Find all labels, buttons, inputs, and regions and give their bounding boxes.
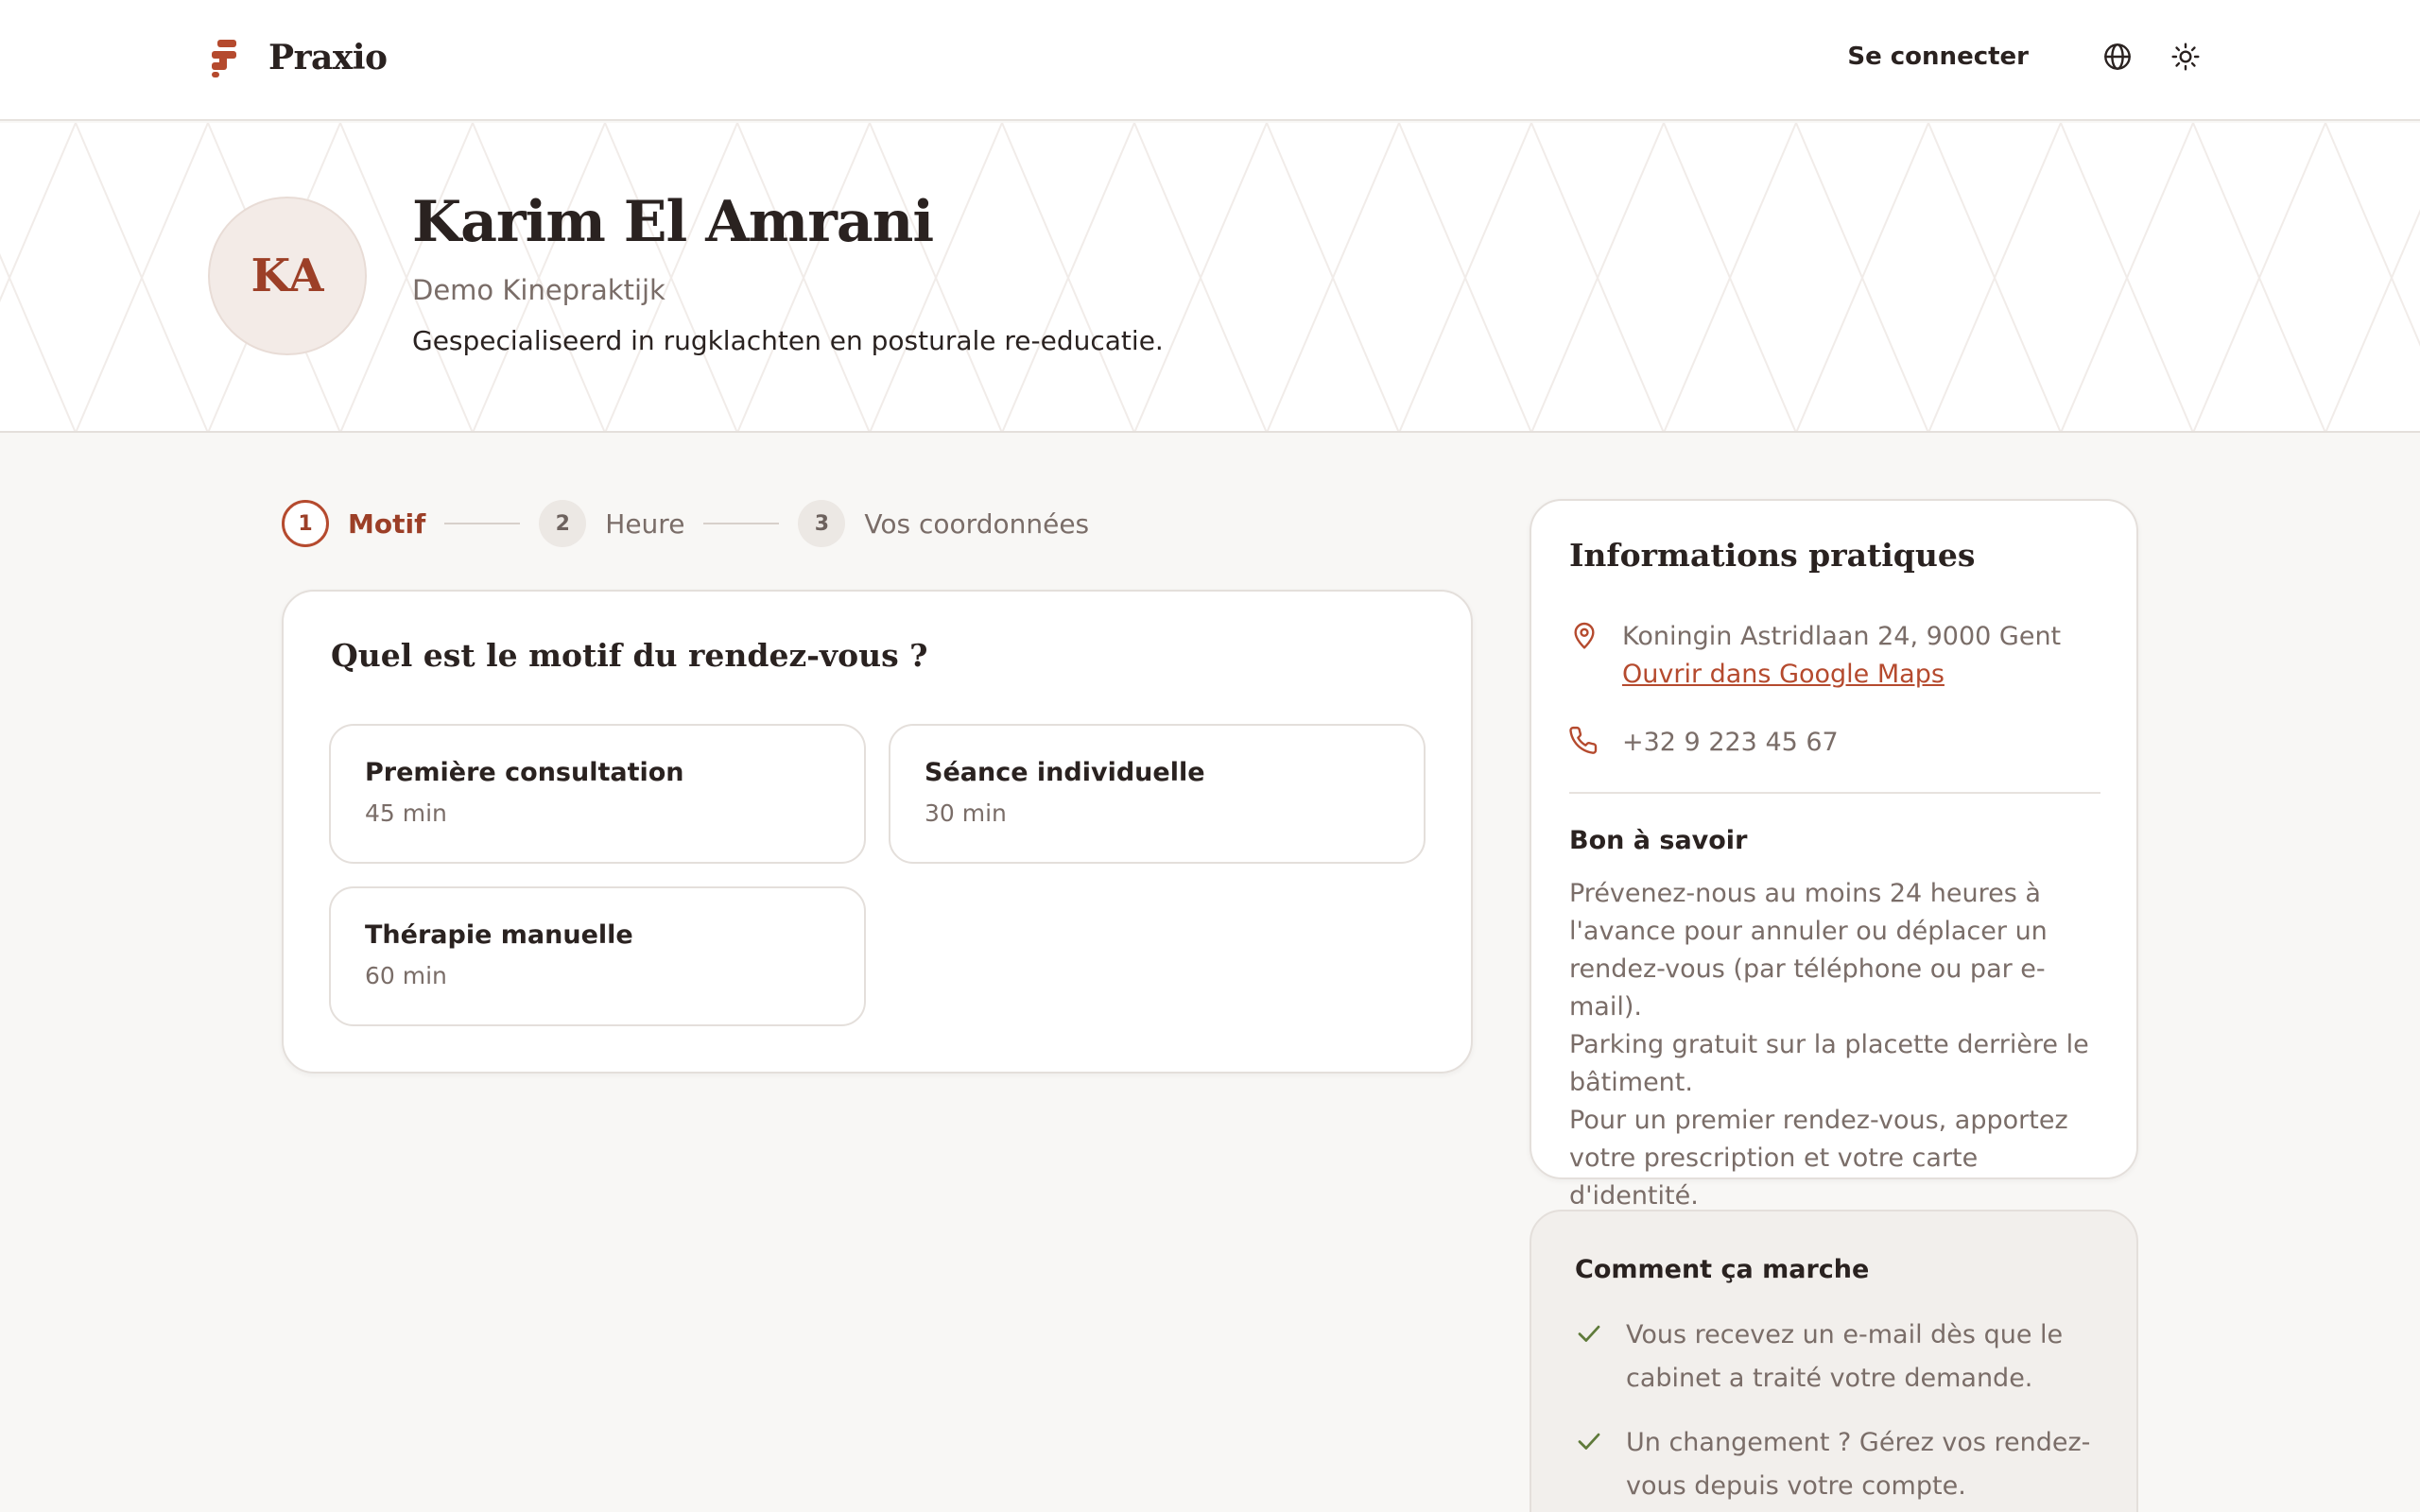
motif-option-seance-individuelle[interactable]: Séance individuelle 30 min	[889, 724, 1426, 864]
phone-link[interactable]: +32 9 223 45 67	[1622, 724, 1839, 762]
brand-name: Praxio	[268, 38, 388, 77]
step-3-label: Vos coordonnées	[864, 507, 1090, 540]
check-icon	[1578, 1433, 1600, 1450]
motif-option-name: Thérapie manuelle	[365, 920, 633, 950]
how-it-works-title: Comment ça marche	[1575, 1255, 1870, 1284]
address-row: Koningin Astridlaan 24, 9000 Gent Ouvrir…	[1569, 618, 2061, 694]
brand-logo-link[interactable]: Praxio	[212, 38, 388, 77]
phone-row: +32 9 223 45 67	[1569, 724, 1839, 762]
how-it-works-item: Vous recevez un e-mail dès que le cabine…	[1575, 1314, 2099, 1400]
motif-option-duration: 30 min	[925, 799, 1007, 827]
top-bar: Praxio Se connecter	[0, 0, 2420, 121]
how-it-works-text: Un changement ? Gérez vos rendez-vous de…	[1626, 1428, 2091, 1501]
address-text: Koningin Astridlaan 24, 9000 Gent	[1622, 622, 2062, 651]
praxio-logo-icon	[212, 38, 238, 77]
sun-icon	[2171, 43, 2200, 71]
practical-info-card: Informations pratiques Koningin Astridla…	[1530, 499, 2138, 1211]
step-connector	[444, 523, 521, 524]
step-connector	[703, 523, 780, 524]
practical-info-title: Informations pratiques	[1569, 537, 1976, 574]
motif-option-duration: 45 min	[365, 799, 447, 827]
language-button[interactable]	[2095, 34, 2140, 79]
good-to-know-line: Parking gratuit sur la placette derrière…	[1569, 1030, 2089, 1097]
globe-icon	[2104, 43, 2131, 70]
motif-option-name: Première consultation	[365, 758, 684, 787]
step-2-label: Heure	[605, 507, 685, 540]
good-to-know-title: Bon à savoir	[1569, 826, 1748, 855]
step-2-indicator: 2	[539, 500, 587, 547]
login-link[interactable]: Se connecter	[1847, 43, 2029, 71]
phone-icon	[1569, 726, 1598, 754]
google-maps-link[interactable]: Ouvrir dans Google Maps	[1622, 656, 2061, 694]
how-it-works-item: Un changement ? Gérez vos rendez-vous de…	[1575, 1421, 2099, 1508]
good-to-know-line: Prévenez-nous au moins 24 heures à l'ava…	[1569, 879, 2048, 1022]
practice-name: Demo Kinepraktijk	[412, 274, 666, 306]
theme-toggle-button[interactable]	[2163, 34, 2208, 79]
motif-option-duration: 60 min	[365, 962, 447, 989]
how-it-works-card: Comment ça marche Vous recevez un e-mail…	[1530, 1210, 2138, 1512]
step-1-indicator: 1	[282, 500, 329, 547]
good-to-know-line: Pour un premier rendez-vous, apportez vo…	[1569, 1106, 2068, 1211]
map-pin-icon	[1574, 622, 1595, 649]
motif-option-therapie-manuelle[interactable]: Thérapie manuelle 60 min	[329, 886, 866, 1026]
header-actions: Se connecter	[1847, 34, 2208, 79]
info-divider	[1569, 792, 2100, 794]
professional-name: Karim El Amrani	[412, 189, 934, 255]
good-to-know-text: Prévenez-nous au moins 24 heures à l'ava…	[1569, 875, 2108, 1215]
motif-selection-card: Quel est le motif du rendez-vous ? Premi…	[282, 590, 1473, 1074]
avatar: KA	[208, 197, 367, 355]
check-icon	[1578, 1325, 1600, 1342]
professional-description: Gespecialiseerd in rugklachten en postur…	[412, 325, 1164, 356]
step-1-label: Motif	[348, 507, 426, 540]
how-it-works-text: Vous recevez un e-mail dès que le cabine…	[1626, 1320, 2064, 1393]
step-3-indicator: 3	[798, 500, 846, 547]
motif-option-name: Séance individuelle	[925, 758, 1205, 787]
motif-question: Quel est le motif du rendez-vous ?	[331, 637, 928, 674]
motif-option-premiere-consultation[interactable]: Première consultation 45 min	[329, 724, 866, 864]
profile-hero: KA Karim El Amrani Demo Kinepraktijk Ges…	[0, 123, 2420, 433]
booking-stepper: 1 Motif 2 Heure 3 Vos coordonnées	[282, 499, 1089, 548]
